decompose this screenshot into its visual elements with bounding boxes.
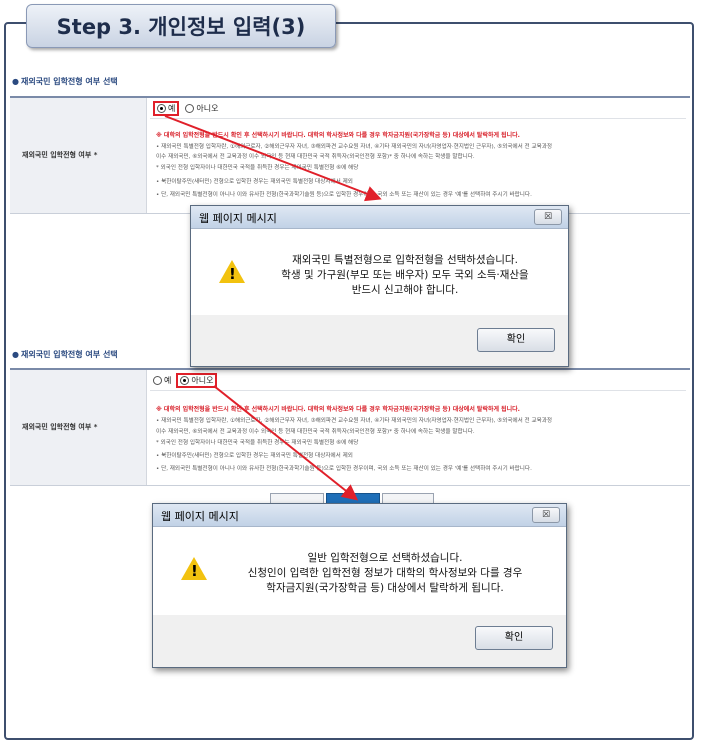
annotation-arrows <box>164 115 382 501</box>
step-title: Step 3. 개인정보 입력(3) <box>26 4 336 48</box>
arrow-to-dialog-1 <box>164 115 382 202</box>
arrow-to-dialog-2 <box>213 385 359 501</box>
